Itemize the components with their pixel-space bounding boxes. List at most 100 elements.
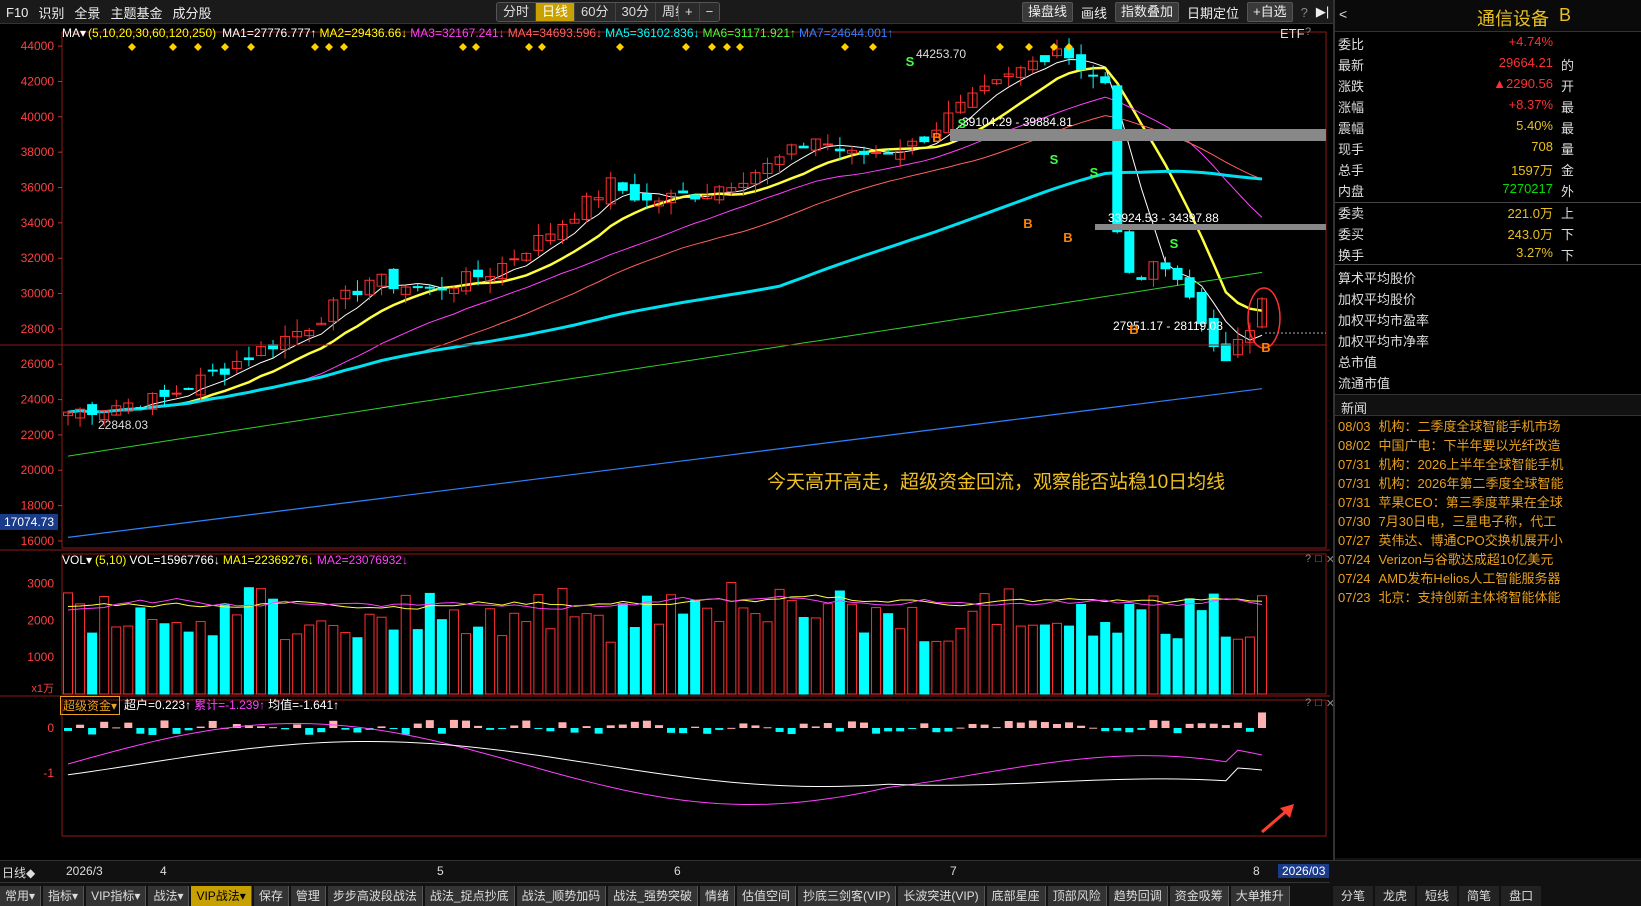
- constituents-link[interactable]: 成分股: [172, 3, 211, 22]
- indicator-tab[interactable]: 管理: [290, 886, 326, 906]
- indicator-tab[interactable]: 指标▾: [43, 886, 85, 906]
- volume-bar: [581, 613, 592, 695]
- indicator-tab[interactable]: 顶部风险: [1047, 886, 1107, 906]
- price-tick-label: 20000: [21, 463, 55, 477]
- fund-bar: [691, 726, 700, 728]
- news-item[interactable]: 08/03 机构：二季度全球智能手机市场: [1338, 416, 1641, 435]
- overview-link[interactable]: 全景: [74, 3, 100, 22]
- tab-daily[interactable]: 日线: [536, 3, 576, 21]
- overlay-dropdown[interactable]: 操盘线: [1022, 2, 1074, 22]
- zone-label: 33924.53 - 34397.88: [1108, 211, 1219, 225]
- news-item[interactable]: 07/24 Verizon与谷歌达成超10亿美元: [1338, 549, 1641, 568]
- restore-icon[interactable]: □: [1315, 553, 1322, 566]
- sidebar-toggle-icon[interactable]: ▶|: [1316, 4, 1329, 20]
- volume-bar: [521, 621, 532, 695]
- quote-key: 震幅: [1338, 121, 1365, 136]
- quote-side-label: 上: [1561, 206, 1575, 221]
- indicator-tab[interactable]: 抄底三剑客(VIP): [797, 886, 897, 906]
- news-item[interactable]: 07/30 7月30日电，三星电子称，代工: [1338, 511, 1641, 530]
- tab-intraday[interactable]: 分时: [497, 3, 537, 21]
- theme-fund-link[interactable]: 主题基金: [110, 3, 162, 22]
- fund-bar: [1161, 720, 1170, 728]
- kline-chart-area[interactable]: 4400042000400003800036000340003200030000…: [0, 24, 1330, 854]
- help-icon[interactable]: ?: [1305, 697, 1311, 710]
- indicator-tab[interactable]: 步步高波段战法: [327, 886, 423, 906]
- price-tick-label: 42000: [21, 74, 55, 88]
- help-icon[interactable]: ?: [1301, 5, 1308, 20]
- zoom-in-button[interactable]: +: [679, 3, 700, 21]
- news-date: 08/02: [1338, 438, 1371, 453]
- side-panel-tab[interactable]: 盘口: [1501, 886, 1542, 906]
- news-item[interactable]: 07/31 机构：2026年第二季度全球智能: [1338, 473, 1641, 492]
- volume-bar: [1088, 635, 1099, 695]
- side-panel-tab[interactable]: 分笔: [1333, 886, 1374, 906]
- current-price-tag: 17074.73: [4, 515, 54, 529]
- indicator-tab[interactable]: VIP战法▾: [191, 886, 252, 906]
- ma-value-7: MA7=24644.001↑: [799, 26, 894, 40]
- volume-bar: [1208, 593, 1219, 695]
- quote-key: 现手: [1338, 142, 1365, 157]
- date-locate-button[interactable]: 日期定位: [1187, 3, 1239, 22]
- indicator-tab[interactable]: 战法▾: [148, 886, 190, 906]
- side-panel-tab[interactable]: 龙虎: [1375, 886, 1416, 906]
- news-item[interactable]: 07/31 机构：2026上半年全球智能手机: [1338, 454, 1641, 473]
- indicator-tab[interactable]: 大单推升: [1230, 886, 1290, 906]
- main-panel-controls: ?: [1305, 26, 1311, 38]
- fund-bar: [920, 723, 929, 728]
- indicator-tab[interactable]: 战法_顺势加码: [516, 886, 607, 906]
- indicator-tab[interactable]: 趋势回调: [1108, 886, 1168, 906]
- side-panel-tab[interactable]: 短线: [1417, 886, 1458, 906]
- news-item[interactable]: 07/23 北京：支持创新主体将智能体能: [1338, 587, 1641, 606]
- indicator-tab[interactable]: 估值空间: [736, 886, 796, 906]
- fund-bar: [100, 721, 109, 728]
- ma-value-1: MA1=27776.777↑: [222, 26, 317, 40]
- quote-key: 涨跌: [1338, 79, 1365, 94]
- draw-line-button[interactable]: 画线: [1081, 3, 1107, 22]
- indicator-tab[interactable]: 底部星座: [986, 886, 1046, 906]
- indicator-tab[interactable]: 战法_捉点抄底: [424, 886, 515, 906]
- indicator-tab[interactable]: 情绪: [699, 886, 735, 906]
- volume-selector[interactable]: VOL▾: [62, 553, 92, 567]
- index-stat-label: 总市值: [1338, 355, 1378, 370]
- candle-body: [1112, 85, 1123, 233]
- news-header-label: 新闻: [1341, 401, 1368, 416]
- fund-bar: [1028, 720, 1037, 728]
- indicator-tab[interactable]: 常用▾: [0, 886, 42, 906]
- custom-pick-dropdown[interactable]: +自选: [1247, 2, 1293, 22]
- volume-panel-controls: ? □ ✕: [1305, 553, 1335, 566]
- ma-selector[interactable]: MA▾: [62, 26, 86, 40]
- news-item[interactable]: 08/02 中国广电：下半年要以光纤改造: [1338, 435, 1641, 454]
- help-icon[interactable]: ?: [1305, 553, 1311, 566]
- quote-key: 最新: [1338, 58, 1365, 73]
- zoom-out-button[interactable]: −: [700, 3, 720, 21]
- news-item[interactable]: 07/24 AMD发布Helios人工智能服务器: [1338, 568, 1641, 587]
- fund-bar: [980, 724, 989, 728]
- quote-row: 涨跌 ▲2290.56 开: [1335, 76, 1641, 97]
- fund-bar: [582, 726, 591, 728]
- news-item[interactable]: 07/31 苹果CEO：第三季度苹果在全球: [1338, 492, 1641, 511]
- buy-signal-marker: B: [1063, 230, 1072, 245]
- indicator-tab[interactable]: 战法_强势突破: [608, 886, 698, 906]
- help-icon[interactable]: ?: [1305, 26, 1311, 38]
- volume-bar: [629, 627, 640, 695]
- news-item[interactable]: 07/27 英伟达、博通CPO交换机展开小: [1338, 530, 1641, 549]
- f10-link[interactable]: F10: [6, 5, 28, 20]
- fund-bar: [932, 728, 941, 733]
- restore-icon[interactable]: □: [1315, 697, 1322, 710]
- volume-bar: [316, 620, 327, 695]
- ma-value-4: MA4=34693.596↓: [507, 26, 603, 40]
- tab-60min[interactable]: 60分: [575, 3, 616, 21]
- volume-bar: [159, 623, 170, 695]
- side-panel-tab[interactable]: 简笔: [1459, 886, 1500, 906]
- index-overlay-dropdown[interactable]: 指数叠加: [1115, 2, 1180, 22]
- indicator-tab[interactable]: 资金吸筹: [1169, 886, 1229, 906]
- indicator-tab[interactable]: VIP指标▾: [86, 886, 147, 906]
- indicator-tab[interactable]: 保存: [253, 886, 289, 906]
- fund-indicator-selector[interactable]: 超级资金▾: [60, 696, 121, 715]
- identify-link[interactable]: 识别: [38, 3, 64, 22]
- indicator-tab[interactable]: 长波突进(VIP): [898, 886, 985, 906]
- tab-30min[interactable]: 30分: [616, 3, 656, 21]
- volume-bar: [678, 613, 689, 695]
- volume-bar: [1257, 595, 1267, 695]
- back-icon[interactable]: <: [1339, 6, 1347, 22]
